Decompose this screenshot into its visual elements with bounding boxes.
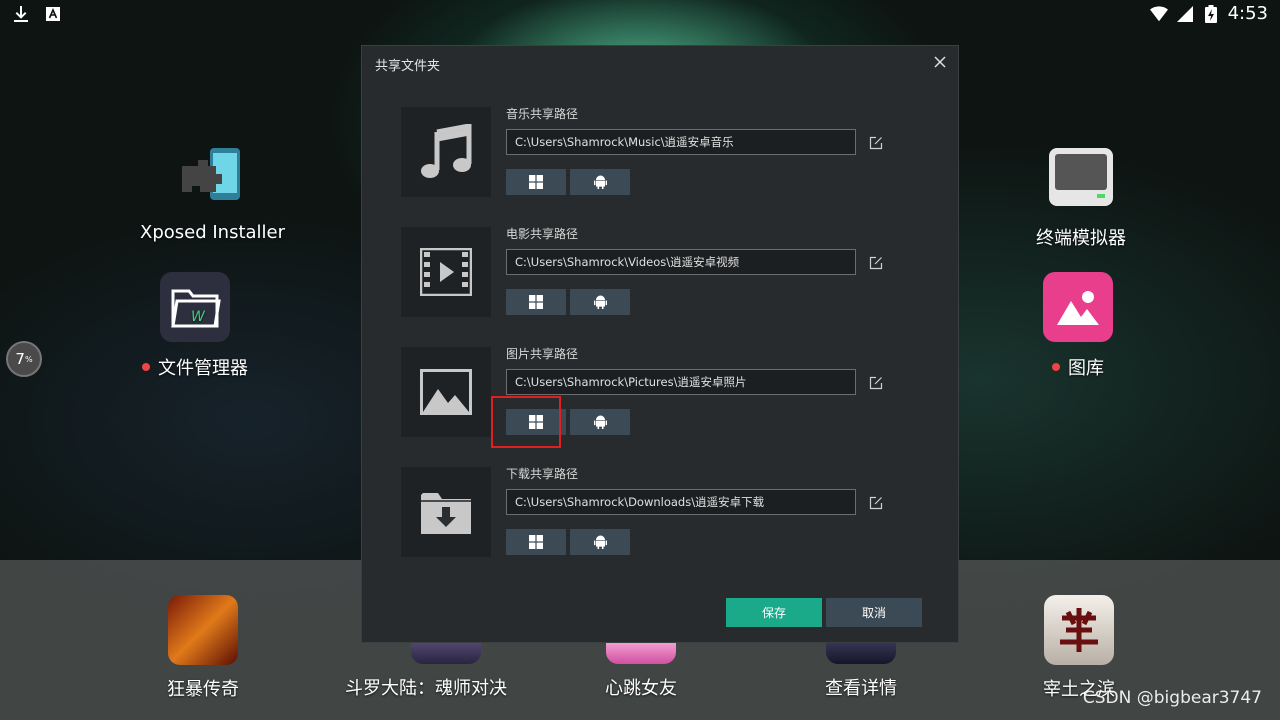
- notification-dot: [1052, 363, 1060, 371]
- open-in-android-button[interactable]: [570, 409, 630, 435]
- progress-badge[interactable]: 7%: [6, 341, 42, 377]
- close-button[interactable]: [930, 52, 950, 72]
- edit-icon: [869, 376, 883, 390]
- keyboard-notification-icon: [44, 5, 62, 23]
- cancel-button[interactable]: 取消: [826, 598, 922, 627]
- gallery-icon: [1043, 272, 1113, 342]
- app-label: 狂暴传奇: [167, 679, 239, 700]
- picture-share-section: 图片共享路径: [401, 331, 921, 437]
- progress-unit: %: [24, 354, 33, 364]
- open-in-windows-button[interactable]: [506, 289, 566, 315]
- dialog-title: 共享文件夹: [375, 59, 441, 74]
- android-icon: [593, 175, 607, 189]
- windows-icon: [529, 175, 543, 189]
- xposed-icon: [178, 140, 248, 210]
- section-label: 下载共享路径: [506, 467, 579, 481]
- download-share-section: 下载共享路径: [401, 451, 921, 557]
- app-file-manager[interactable]: W 文件管理器: [142, 272, 248, 380]
- status-bar: 4:53: [0, 0, 1280, 30]
- app-label: 心跳女友: [605, 678, 677, 699]
- download-path-input[interactable]: [506, 489, 856, 515]
- dock-app-details[interactable]: 查看详情: [825, 640, 897, 700]
- section-label: 电影共享路径: [506, 227, 579, 241]
- battery-icon: [1202, 4, 1220, 23]
- android-icon: [593, 295, 607, 309]
- open-in-android-button[interactable]: [570, 529, 630, 555]
- progress-value: 7: [15, 350, 25, 368]
- game-icon: [168, 595, 238, 665]
- download-notification-icon: [12, 5, 30, 23]
- open-in-android-button[interactable]: [570, 289, 630, 315]
- save-button[interactable]: 保存: [726, 598, 822, 627]
- windows-icon: [529, 535, 543, 549]
- open-in-windows-button[interactable]: [506, 529, 566, 555]
- terminal-icon: [1046, 142, 1116, 212]
- app-gallery[interactable]: 图库: [1043, 272, 1113, 380]
- section-label: 图片共享路径: [506, 347, 579, 361]
- app-terminal[interactable]: 终端模拟器: [1036, 142, 1126, 250]
- game-icon: [606, 640, 676, 664]
- open-in-android-button[interactable]: [570, 169, 630, 195]
- shared-folder-dialog: 共享文件夹 音乐共享路径 电影共享路径: [361, 45, 959, 643]
- app-label: 查看详情: [825, 678, 897, 699]
- svg-text:W: W: [191, 309, 206, 325]
- edit-path-button[interactable]: [869, 495, 883, 510]
- edit-icon: [869, 256, 883, 270]
- edit-icon: [869, 136, 883, 150]
- app-label: 斗罗大陆：魂师对决: [345, 678, 507, 699]
- app-label: Xposed Installer: [140, 222, 286, 243]
- notification-dot: [142, 363, 150, 371]
- music-share-section: 音乐共享路径: [401, 91, 921, 197]
- music-path-input[interactable]: [506, 129, 856, 155]
- section-label: 音乐共享路径: [506, 107, 579, 121]
- video-path-input[interactable]: [506, 249, 856, 275]
- image-icon: [401, 347, 491, 437]
- game-icon: [826, 640, 896, 664]
- dock-app-kuangbao[interactable]: 狂暴传奇: [167, 595, 239, 701]
- dock-app-xintiao[interactable]: 心跳女友: [605, 640, 677, 700]
- open-in-windows-button[interactable]: [506, 409, 566, 435]
- music-icon: [401, 107, 491, 197]
- folder-w-icon: W: [160, 272, 230, 342]
- edit-path-button[interactable]: [869, 255, 883, 270]
- android-icon: [593, 535, 607, 549]
- picture-path-input[interactable]: [506, 369, 856, 395]
- game-icon: [1044, 595, 1114, 665]
- wifi-icon: [1149, 5, 1168, 23]
- app-label: 终端模拟器: [1036, 228, 1126, 249]
- signal-icon: [1176, 5, 1194, 23]
- edit-icon: [869, 496, 883, 510]
- watermark: CSDN @bigbear3747: [1082, 688, 1262, 708]
- open-in-windows-button[interactable]: [506, 169, 566, 195]
- app-label: 图库: [1068, 358, 1104, 379]
- download-folder-icon: [401, 467, 491, 557]
- app-label: 文件管理器: [158, 358, 248, 379]
- film-icon: [401, 227, 491, 317]
- close-icon: [934, 56, 946, 68]
- windows-icon: [529, 415, 543, 429]
- edit-path-button[interactable]: [869, 375, 883, 390]
- windows-icon: [529, 295, 543, 309]
- clock: 4:53: [1227, 3, 1268, 24]
- android-icon: [593, 415, 607, 429]
- video-share-section: 电影共享路径: [401, 211, 921, 317]
- edit-path-button[interactable]: [869, 135, 883, 150]
- dock-app-zaitu[interactable]: 宰土之滨: [1043, 595, 1115, 701]
- app-xposed-installer[interactable]: Xposed Installer: [140, 140, 285, 243]
